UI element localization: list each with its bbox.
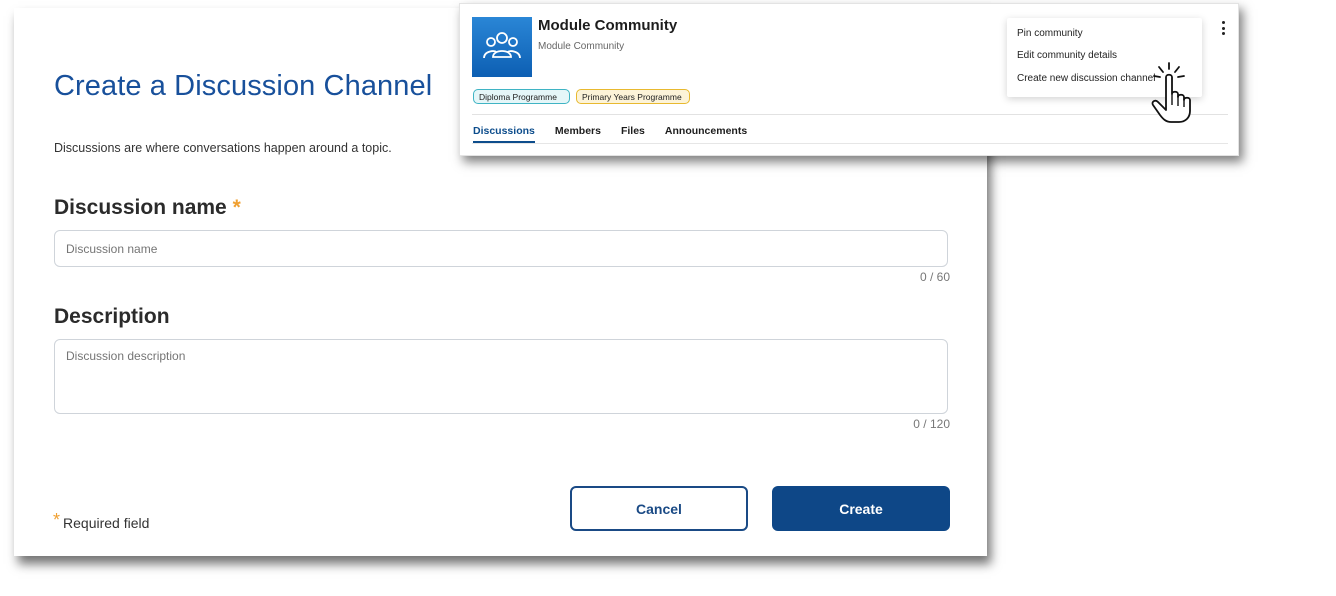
description-char-counter: 0 / 120 (913, 417, 950, 431)
tab-files[interactable]: Files (621, 125, 645, 143)
tab-announcements[interactable]: Announcements (665, 125, 747, 143)
tabs-underline (472, 143, 1228, 144)
community-card: Module Community Module Community Diplom… (459, 3, 1239, 156)
required-field-note: * Required field (53, 510, 149, 531)
create-button[interactable]: Create (772, 486, 950, 531)
discussion-name-label: Discussion name * (54, 196, 241, 220)
page-title: Create a Discussion Channel (54, 70, 433, 102)
community-avatar (472, 17, 532, 77)
pointer-hand-icon (1151, 62, 1191, 123)
discussion-name-input[interactable] (54, 230, 948, 267)
required-star-note: * (53, 510, 61, 530)
required-field-text: Required field (63, 515, 150, 531)
more-options-icon[interactable] (1219, 21, 1227, 35)
discussion-description-input[interactable] (54, 339, 948, 414)
page-subtitle: Discussions are where conversations happ… (54, 141, 392, 155)
tag-diploma-programme: Diploma Programme (473, 89, 570, 104)
tab-members[interactable]: Members (555, 125, 601, 143)
community-tabs: Discussions Members Files Announcements (473, 125, 747, 143)
tag-primary-years-programme: Primary Years Programme (576, 89, 690, 104)
group-icon (483, 32, 521, 59)
card-divider (472, 114, 1228, 115)
tab-discussions[interactable]: Discussions (473, 125, 535, 143)
cancel-button[interactable]: Cancel (570, 486, 748, 531)
discussion-name-label-text: Discussion name (54, 196, 227, 219)
community-subtitle: Module Community (538, 41, 625, 52)
name-char-counter: 0 / 60 (919, 270, 950, 284)
menu-item-create-discussion-channel[interactable]: Create new discussion channel (1017, 73, 1155, 84)
required-star: * (232, 196, 241, 219)
description-label: Description (54, 305, 170, 328)
community-title: Module Community (538, 17, 678, 34)
menu-item-pin-community[interactable]: Pin community (1017, 28, 1083, 39)
menu-item-edit-community-details[interactable]: Edit community details (1017, 50, 1117, 61)
